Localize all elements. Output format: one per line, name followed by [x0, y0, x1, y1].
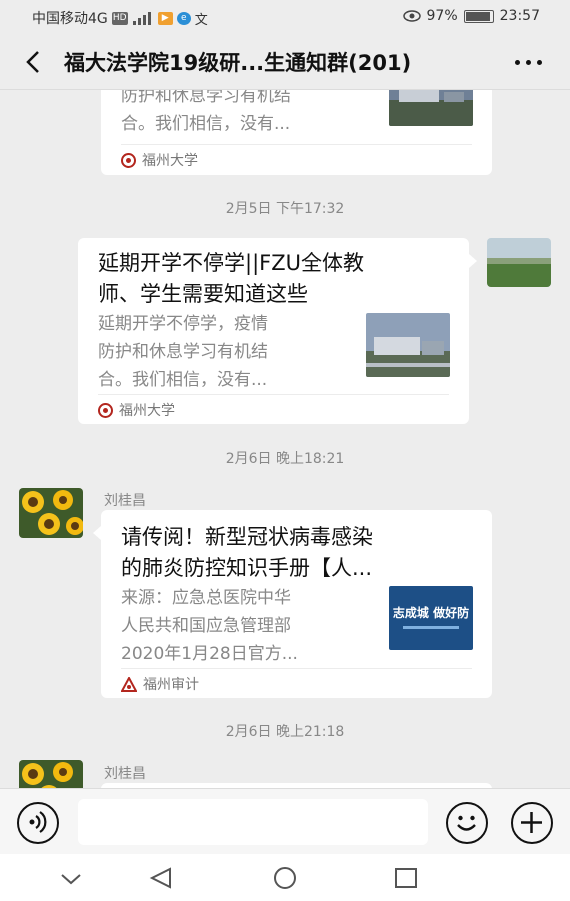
card-divider	[121, 144, 472, 145]
card-description: 防护和休息学习有机结 合。我们相信，没有...	[121, 90, 291, 134]
card-source: 福州审计	[120, 674, 199, 694]
emoji-icon	[457, 815, 476, 831]
hd-icon: HD	[111, 11, 128, 25]
chevron-down-icon	[61, 874, 81, 885]
status-bar: 中国移动4G HD ▶ e 文 97% 23:57	[0, 0, 570, 34]
card-title: 请传阅！新型冠状病毒感染 的肺炎防控知识手册【人...	[121, 525, 373, 580]
card-thumbnail	[389, 90, 473, 126]
system-back-button[interactable]	[148, 866, 174, 890]
system-recents-button[interactable]	[393, 866, 419, 890]
emoji-button[interactable]	[446, 802, 488, 844]
bubble-tail	[93, 526, 101, 540]
card-divider	[121, 668, 472, 669]
link-card[interactable]: 延期开学不停学||FZU全体教 师、学生需要知道这些 延期开学不停学，疫情 防护…	[78, 238, 469, 424]
fzu-logo-icon	[98, 402, 113, 418]
plus-icon	[521, 812, 542, 833]
eye-icon	[402, 10, 421, 22]
card-source: 福州大学	[98, 400, 175, 420]
timestamp: 2月6日 晚上18:21	[225, 451, 345, 467]
message-input[interactable]	[78, 799, 428, 845]
status-right: 97% 23:57	[402, 8, 540, 24]
card-thumbnail: 志成城 做好防	[389, 586, 473, 650]
carrier-label: 中国移动4G	[32, 11, 108, 27]
link-card[interactable]: 请传阅！新型冠状病毒感染 的肺炎防控知识手册【人... 来源：应急总医院中华 人…	[101, 510, 492, 698]
voice-icon	[29, 811, 47, 833]
status-left: 中国移动4G HD ▶ e 文	[32, 8, 208, 28]
sender-name: 刘桂昌	[104, 493, 146, 509]
avatar[interactable]	[19, 760, 83, 788]
message-list[interactable]: 防护和休息学习有机结 合。我们相信，没有... 福州大学 2月5日 下午17:3…	[0, 90, 570, 788]
card-thumbnail	[366, 313, 450, 377]
triangle-back-icon	[149, 867, 171, 889]
fzu-logo-icon	[121, 152, 136, 168]
card-description: 延期开学不停学，疫情 防护和休息学习有机结 合。我们相信，没有...	[98, 314, 268, 390]
circle-home-icon	[274, 867, 296, 889]
hide-keyboard-button[interactable]	[58, 866, 84, 890]
app-notification-icon: ▶	[157, 11, 173, 25]
card-divider	[98, 394, 449, 395]
card-title: 延期开学不停学||FZU全体教 师、学生需要知道这些	[98, 251, 364, 306]
card-source: 福州大学	[121, 150, 198, 170]
chevron-left-icon	[26, 51, 39, 73]
system-navigation-bar	[0, 854, 570, 901]
chat-title[interactable]: 福大法学院19级研...生通知群(201)	[64, 47, 411, 77]
battery-percent: 97%	[426, 8, 458, 24]
voice-button[interactable]	[17, 802, 59, 844]
timestamp: 2月5日 下午17:32	[225, 201, 345, 217]
link-card[interactable]: 防护和休息学习有机结 合。我们相信，没有... 福州大学	[101, 90, 492, 175]
back-button[interactable]	[20, 48, 48, 76]
signal-icon	[132, 11, 154, 25]
chat-header: 福大法学院19级研...生通知群(201)	[0, 34, 570, 90]
app-notification-icon-2: e	[176, 11, 191, 25]
more-dot-icon	[515, 60, 520, 65]
input-bar	[0, 788, 570, 854]
card-description: 来源：应急总医院中华 人民共和国应急管理部 2020年1月28日官方...	[121, 588, 298, 664]
audit-logo-icon	[120, 675, 138, 692]
clock: 23:57	[499, 8, 540, 24]
bubble-tail	[469, 254, 477, 268]
battery-icon	[463, 9, 494, 23]
plus-button[interactable]	[511, 802, 553, 844]
avatar[interactable]	[487, 238, 551, 287]
timestamp: 2月6日 晚上21:18	[225, 724, 345, 740]
more-button[interactable]	[515, 60, 542, 65]
translate-icon: 文	[194, 12, 208, 28]
avatar[interactable]	[19, 488, 83, 538]
system-home-button[interactable]	[272, 866, 298, 890]
sender-name: 刘桂昌	[104, 766, 146, 782]
square-recents-icon	[395, 868, 417, 888]
